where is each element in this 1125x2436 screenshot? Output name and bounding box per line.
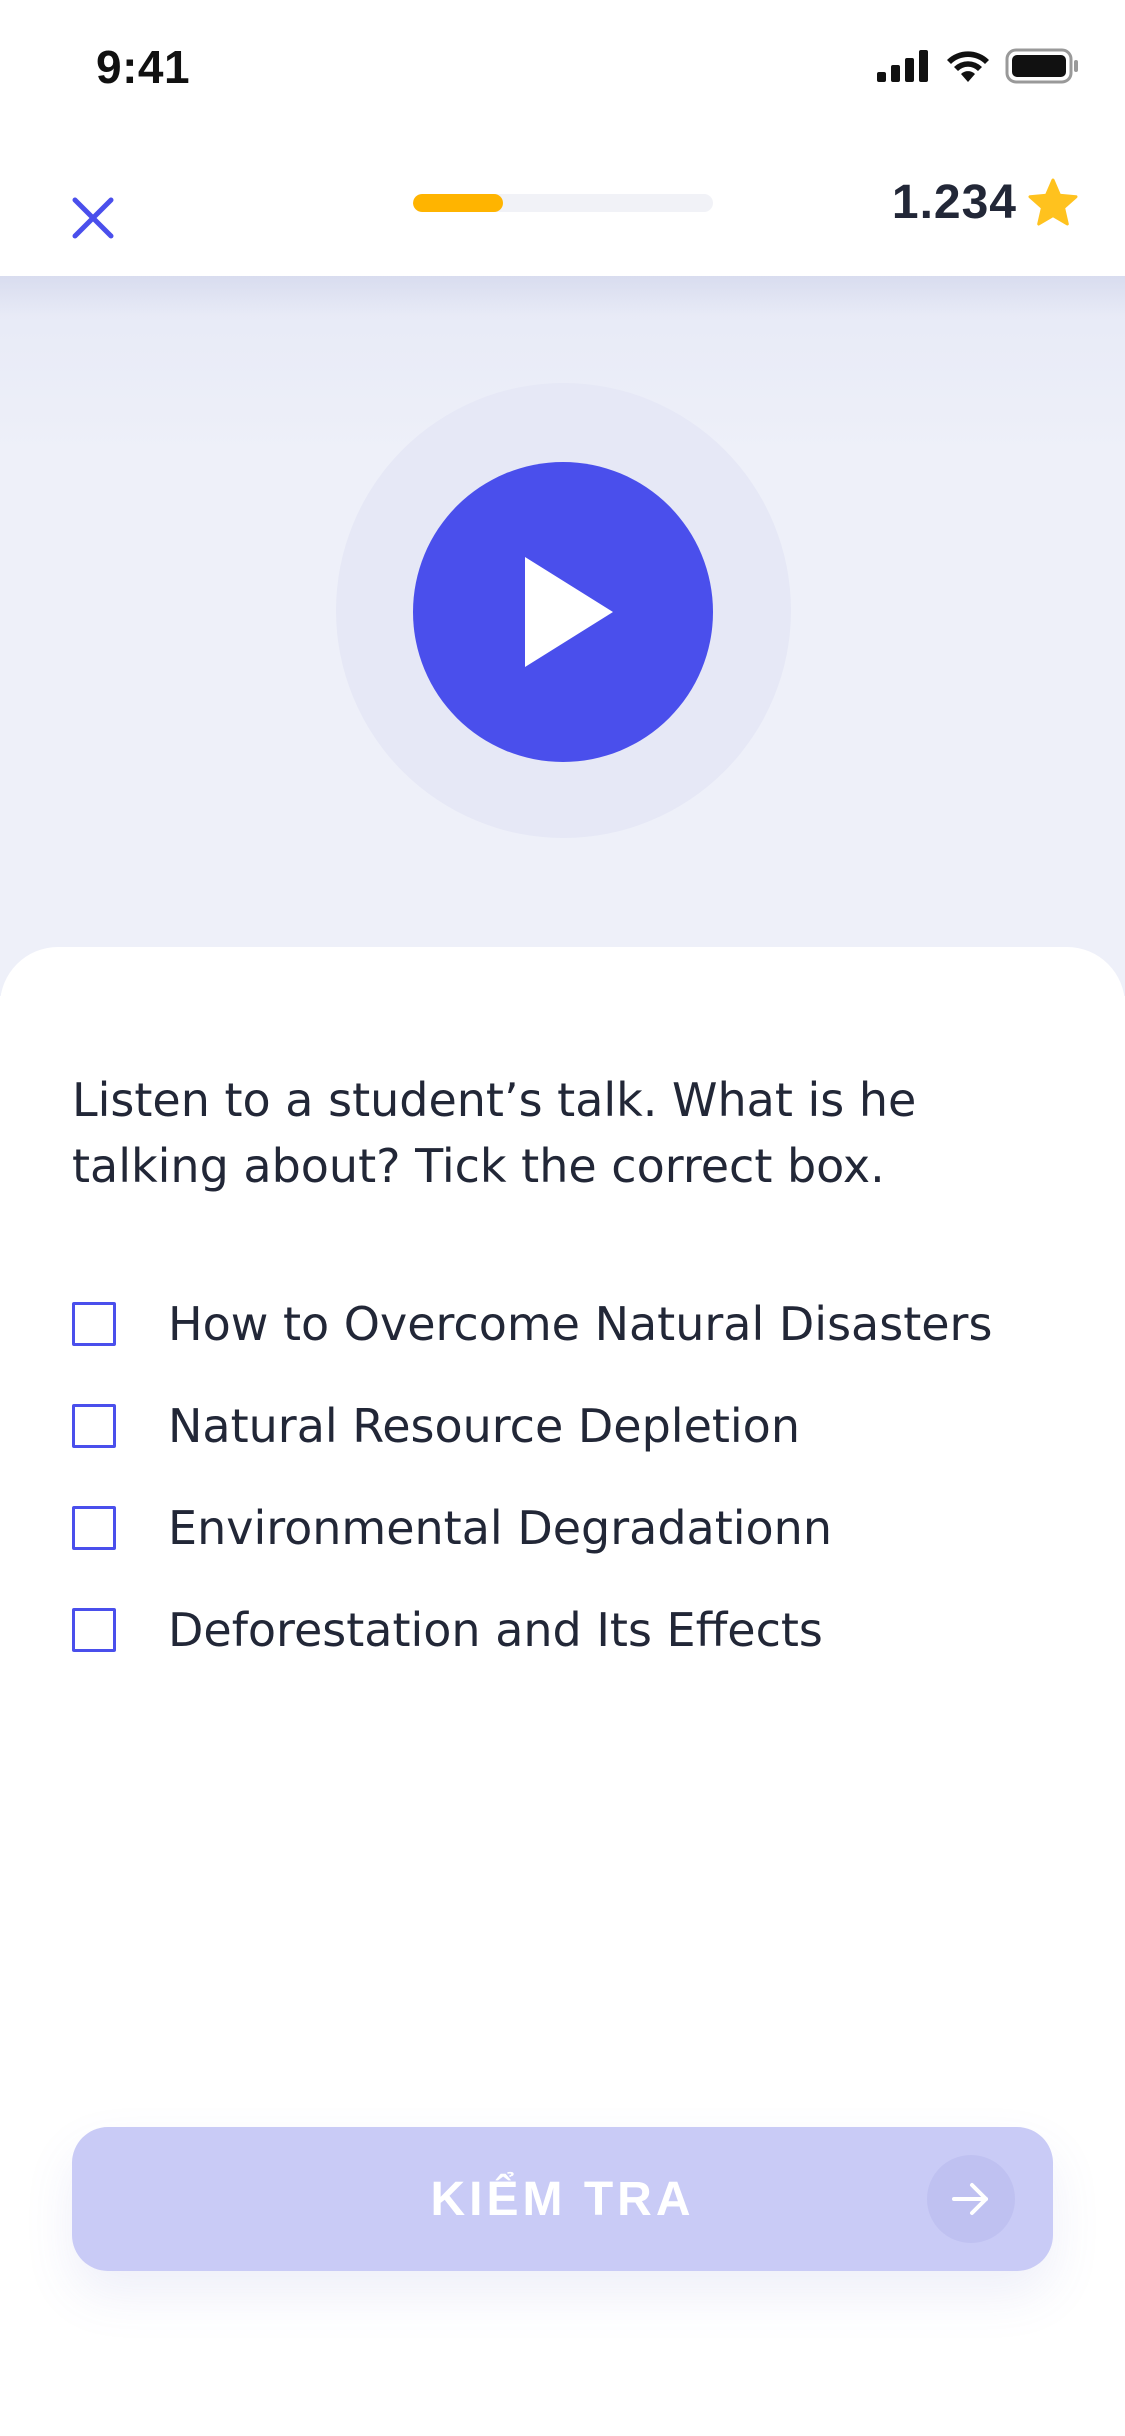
answer-options: How to Overcome Natural Disasters Natura… [72, 1273, 1072, 1681]
question-prompt-line-2: talking about? Tick the correct box. [72, 1139, 885, 1193]
arrow-right-icon [952, 2183, 988, 2215]
wifi-icon [947, 51, 989, 82]
battery-icon [1005, 48, 1078, 84]
audio-player-area [0, 276, 1125, 996]
answer-option-4[interactable]: Deforestation and Its Effects [72, 1579, 1072, 1681]
arrow-circle [927, 2155, 1015, 2243]
play-icon [525, 557, 613, 667]
status-time: 9:41 [96, 41, 191, 93]
answer-option-label: Environmental Degradationn [168, 1501, 832, 1555]
star-icon [1028, 178, 1078, 225]
answer-checkbox[interactable] [72, 1608, 116, 1652]
lesson-header: 1.234 [0, 135, 1125, 276]
answer-checkbox[interactable] [72, 1404, 116, 1448]
lesson-progress-fill [413, 194, 503, 212]
answer-option-label: How to Overcome Natural Disasters [168, 1297, 993, 1351]
cellular-signal-icon [877, 50, 928, 82]
check-answer-button[interactable]: KIỂM TRA [72, 2127, 1053, 2271]
answer-option-2[interactable]: Natural Resource Depletion [72, 1375, 1072, 1477]
close-icon [72, 197, 114, 239]
answer-option-label: Natural Resource Depletion [168, 1399, 800, 1453]
answer-checkbox[interactable] [72, 1506, 116, 1550]
answer-option-3[interactable]: Environmental Degradationn [72, 1477, 1072, 1579]
lesson-progress-bar [413, 194, 713, 212]
play-audio-button[interactable] [413, 462, 713, 762]
check-answer-label: KIỂM TRA [430, 2172, 695, 2226]
score-display: 1.234 [892, 175, 1079, 230]
answer-option-label: Deforestation and Its Effects [168, 1603, 823, 1657]
answer-checkbox[interactable] [72, 1302, 116, 1346]
question-prompt-line-1: Listen to a student’s talk. What is he [72, 1073, 917, 1127]
close-button[interactable] [62, 187, 124, 249]
score-value: 1.234 [891, 176, 1017, 229]
status-bar: 9:41 [0, 0, 1125, 135]
question-prompt: Listen to a student’s talk. What is he t… [72, 1067, 1052, 1199]
status-icons [877, 48, 1079, 84]
answer-option-1[interactable]: How to Overcome Natural Disasters [72, 1273, 1072, 1375]
